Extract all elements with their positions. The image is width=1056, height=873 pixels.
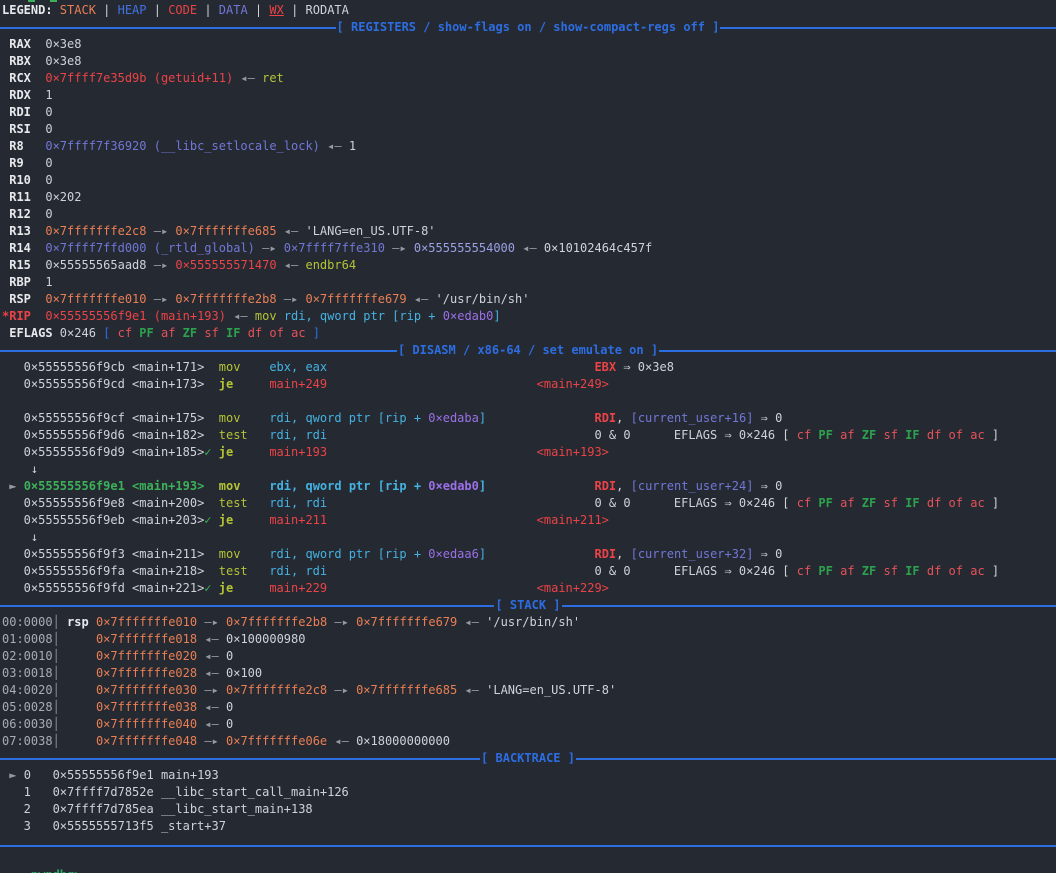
disasm-row: 0×55555556f9f3 <main+211> mov rdi, qword…	[2, 546, 1056, 563]
register-row: RDX 1	[2, 87, 1056, 104]
disasm-row: 0×55555556f9e8 <main+200> test rdi, rdi …	[2, 495, 1056, 512]
register-row: RAX 0×3e8	[2, 36, 1056, 53]
backtrace-row: ► 0 0×55555556f9e1 main+193	[2, 767, 1056, 784]
disasm-section-header: [ DISASM / x86-64 / set emulate on ]	[0, 342, 1056, 359]
disasm-row: 0×55555556f9fa <main+218> test rdi, rdi …	[2, 563, 1056, 580]
register-row: RBP 1	[2, 274, 1056, 291]
prompt-separator-line	[0, 845, 1056, 847]
registers-list: RAX 0×3e8 RBX 0×3e8 RCX 0×7ffff7e35d9b (…	[2, 36, 1056, 342]
stack-row: 01:0008│ 0×7fffffffe018 ◂— 0×100000980	[2, 631, 1056, 648]
backtrace-list: ► 0 0×55555556f9e1 main+193 1 0×7ffff7d7…	[2, 767, 1056, 835]
stack-list: 00:0000│ rsp 0×7fffffffe010 —▸ 0×7ffffff…	[2, 614, 1056, 750]
register-row: R9 0	[2, 155, 1056, 172]
register-row: R15 0×55555565aad8 —▸ 0×555555571470 ◂— …	[2, 257, 1056, 274]
register-row: RBX 0×3e8	[2, 53, 1056, 70]
disasm-row: ► 0×55555556f9e1 <main+193> mov rdi, qwo…	[2, 478, 1056, 495]
stack-row: 02:0010│ 0×7fffffffe020 ◂— 0	[2, 648, 1056, 665]
prompt-label: pwndbg>	[31, 868, 82, 873]
register-row: RCX 0×7ffff7e35d9b (getuid+11) ◂— ret	[2, 70, 1056, 87]
legend-bar: LEGEND: STACK | HEAP | CODE | DATA | WX …	[2, 2, 1056, 19]
pwndbg-terminal: LEGEND: STACK | HEAP | CODE | DATA | WX …	[0, 0, 1056, 873]
register-row: R8 0×7ffff7f36920 (__libc_setlocale_lock…	[2, 138, 1056, 155]
stack-row: 03:0018│ 0×7fffffffe028 ◂— 0×100	[2, 665, 1056, 682]
backtrace-section-title: [ BACKTRACE ]	[480, 750, 576, 767]
backtrace-row: 1 0×7ffff7d7852e __libc_start_call_main+…	[2, 784, 1056, 801]
disasm-row	[2, 393, 1056, 410]
register-row: R14 0×7ffff7ffd000 (_rtld_global) —▸ 0×7…	[2, 240, 1056, 257]
register-row: RSP 0×7fffffffe010 —▸ 0×7fffffffe2b8 —▸ …	[2, 291, 1056, 308]
section-stack: [ STACK ] 00:0000│ rsp 0×7fffffffe010 —▸…	[2, 597, 1056, 750]
disasm-row: 0×55555556f9eb <main+203>✓ je main+211 <…	[2, 512, 1056, 529]
register-row: R13 0×7fffffffe2c8 —▸ 0×7fffffffe685 ◂— …	[2, 223, 1056, 240]
disasm-row: ↓	[2, 529, 1056, 546]
register-row: R11 0×202	[2, 189, 1056, 206]
disasm-row: 0×55555556f9cf <main+175> mov rdi, qword…	[2, 410, 1056, 427]
backtrace-row: 3 0×5555555713f5 _start+37	[2, 818, 1056, 835]
register-row: RDI 0	[2, 104, 1056, 121]
stack-section-title: [ STACK ]	[494, 597, 561, 614]
register-row: R10 0	[2, 172, 1056, 189]
stack-row: 06:0030│ 0×7fffffffe040 ◂— 0	[2, 716, 1056, 733]
registers-section-title: [ REGISTERS / show-flags on / show-compa…	[336, 19, 721, 36]
stack-row: 07:0038│ 0×7fffffffe048 —▸ 0×7fffffffe06…	[2, 733, 1056, 750]
disasm-row: 0×55555556f9d9 <main+185>✓ je main+193 <…	[2, 444, 1056, 461]
register-row: R12 0	[2, 206, 1056, 223]
backtrace-section-header: [ BACKTRACE ]	[0, 750, 1056, 767]
stack-section-header: [ STACK ]	[0, 597, 1056, 614]
backtrace-row: 2 0×7ffff7d785ea __libc_start_main+138	[2, 801, 1056, 818]
clipped-text-artifact	[28, 0, 35, 2]
section-backtrace: [ BACKTRACE ] ► 0 0×55555556f9e1 main+19…	[2, 750, 1056, 835]
disasm-section-title: [ DISASM / x86-64 / set emulate on ]	[397, 342, 659, 359]
registers-section-header: [ REGISTERS / show-flags on / show-compa…	[0, 19, 1056, 36]
legend-line: LEGEND: STACK | HEAP | CODE | DATA | WX …	[2, 2, 1056, 19]
stack-row: 04:0020│ 0×7fffffffe030 —▸ 0×7fffffffe2c…	[2, 682, 1056, 699]
stack-row: 00:0000│ rsp 0×7fffffffe010 —▸ 0×7ffffff…	[2, 614, 1056, 631]
command-prompt[interactable]: pwndbg>	[2, 850, 1056, 867]
disasm-row: 0×55555556f9d6 <main+182> test rdi, rdi …	[2, 427, 1056, 444]
register-row: RSI 0	[2, 121, 1056, 138]
clipped-text-artifact	[50, 0, 57, 2]
disasm-row: ↓	[2, 461, 1056, 478]
register-row: EFLAGS 0×246 [ cf PF af ZF sf IF df of a…	[2, 325, 1056, 342]
register-row: *RIP 0×55555556f9e1 (main+193) ◂— mov rd…	[2, 308, 1056, 325]
section-disasm: [ DISASM / x86-64 / set emulate on ] 0×5…	[2, 342, 1056, 597]
disasm-list: 0×55555556f9cb <main+171> mov ebx, eax E…	[2, 359, 1056, 597]
disasm-row: 0×55555556f9fd <main+221>✓ je main+229 <…	[2, 580, 1056, 597]
stack-row: 05:0028│ 0×7fffffffe038 ◂— 0	[2, 699, 1056, 716]
disasm-row: 0×55555556f9cd <main+173> je main+249 <m…	[2, 376, 1056, 393]
section-registers: [ REGISTERS / show-flags on / show-compa…	[2, 19, 1056, 342]
disasm-row: 0×55555556f9cb <main+171> mov ebx, eax E…	[2, 359, 1056, 376]
